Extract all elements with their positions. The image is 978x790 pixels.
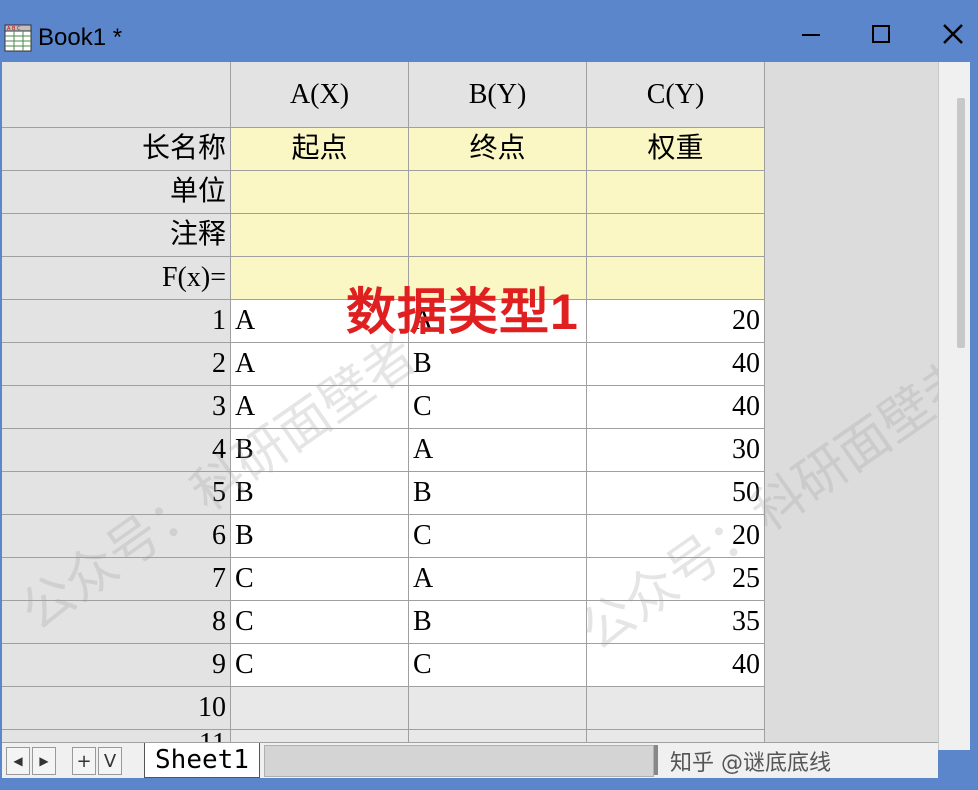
table-cell[interactable]: B	[409, 472, 587, 515]
table-cell[interactable]	[409, 730, 587, 742]
table-cell[interactable]: A	[231, 343, 409, 386]
table-cell[interactable]: C	[231, 558, 409, 601]
close-icon	[943, 24, 963, 44]
table-cell[interactable]	[231, 730, 409, 742]
table-cell[interactable]: 30	[587, 429, 765, 472]
meta-label-units[interactable]: 单位	[2, 171, 231, 214]
minimize-icon	[802, 34, 820, 36]
table-cell[interactable]: A	[231, 386, 409, 429]
row-header[interactable]: 2	[2, 343, 231, 386]
row-header[interactable]: 8	[2, 601, 231, 644]
table-cell[interactable]: 40	[587, 343, 765, 386]
first-sheet-button[interactable]: ◀	[6, 747, 30, 775]
sheet-tab-bar: ◀ ▶ + V Sheet1 知乎 @谜底底线	[2, 742, 938, 779]
table-cell[interactable]: C	[231, 644, 409, 687]
table-cell[interactable]: B	[231, 472, 409, 515]
meta-cell[interactable]	[409, 171, 587, 214]
table-cell[interactable]: 35	[587, 601, 765, 644]
overlay-annotation: 数据类型1	[346, 284, 579, 340]
row-header[interactable]: 4	[2, 429, 231, 472]
table-cell[interactable]: B	[231, 429, 409, 472]
row-header[interactable]: 6	[2, 515, 231, 558]
meta-label-longname[interactable]: 长名称	[2, 128, 231, 171]
table-cell[interactable]: B	[231, 515, 409, 558]
grid-empty-area	[765, 62, 938, 742]
table-cell[interactable]	[231, 687, 409, 730]
minimize-button[interactable]	[786, 14, 836, 54]
maximize-icon	[872, 25, 890, 43]
table-cell[interactable]: C	[231, 601, 409, 644]
workbook-window: A B C Book1 * A(X) B(Y) C(Y) 长名称 起点 终点 权…	[0, 0, 978, 790]
table-cell[interactable]: 20	[587, 300, 765, 343]
add-sheet-button[interactable]: +	[72, 747, 96, 775]
table-cell[interactable]: A	[409, 429, 587, 472]
table-cell[interactable]: C	[409, 386, 587, 429]
column-header-c[interactable]: C(Y)	[587, 62, 765, 128]
row-header[interactable]: 7	[2, 558, 231, 601]
brand-watermark: 知乎 @谜底底线	[670, 751, 831, 776]
row-header[interactable]: 11	[2, 730, 231, 742]
table-cell[interactable]	[587, 730, 765, 742]
triangle-left-icon: ◀	[13, 754, 23, 768]
window-title: Book1 *	[38, 24, 123, 51]
column-header-a[interactable]: A(X)	[231, 62, 409, 128]
table-cell[interactable]: A	[409, 558, 587, 601]
vertical-scrollbar[interactable]	[938, 62, 971, 750]
scroll-splitter[interactable]	[654, 745, 658, 775]
row-header[interactable]: 9	[2, 644, 231, 687]
window-border	[0, 778, 978, 790]
sheet-list-button[interactable]: V	[98, 747, 122, 775]
meta-cell[interactable]	[231, 171, 409, 214]
row-header[interactable]: 1	[2, 300, 231, 343]
row-header[interactable]: 10	[2, 687, 231, 730]
close-button[interactable]	[928, 14, 978, 54]
meta-cell[interactable]: 权重	[587, 128, 765, 171]
meta-cell[interactable]	[231, 214, 409, 257]
meta-cell[interactable]	[587, 214, 765, 257]
row-header[interactable]: 3	[2, 386, 231, 429]
worksheet-grid[interactable]: A(X) B(Y) C(Y) 长名称 起点 终点 权重 单位 注释 F(x)= …	[2, 62, 938, 742]
corner-cell[interactable]	[2, 62, 231, 128]
table-cell[interactable]: 20	[587, 515, 765, 558]
meta-label-comments[interactable]: 注释	[2, 214, 231, 257]
title-bar[interactable]: A B C Book1 *	[0, 0, 978, 62]
table-cell[interactable]: C	[409, 644, 587, 687]
triangle-right-icon: ▶	[39, 754, 49, 768]
window-border	[970, 62, 978, 790]
table-cell[interactable]	[409, 687, 587, 730]
meta-cell[interactable]	[409, 214, 587, 257]
row-header[interactable]: 5	[2, 472, 231, 515]
worksheet-icon: A B C	[4, 24, 32, 52]
table-cell[interactable]: B	[409, 343, 587, 386]
plus-icon: +	[76, 750, 92, 772]
column-header-b[interactable]: B(Y)	[409, 62, 587, 128]
table-cell[interactable]: 40	[587, 386, 765, 429]
scroll-thumb[interactable]	[957, 98, 965, 348]
chevron-down-icon: V	[103, 750, 117, 772]
table-cell[interactable]: 25	[587, 558, 765, 601]
table-cell[interactable]	[587, 687, 765, 730]
table-cell[interactable]: 50	[587, 472, 765, 515]
horizontal-scrollbar[interactable]	[264, 745, 654, 777]
table-cell[interactable]: C	[409, 515, 587, 558]
tab-sheet1[interactable]: Sheet1	[144, 743, 260, 778]
meta-cell[interactable]: 起点	[231, 128, 409, 171]
next-sheet-button[interactable]: ▶	[32, 747, 56, 775]
meta-label-formula[interactable]: F(x)=	[2, 257, 231, 300]
maximize-button[interactable]	[856, 14, 906, 54]
meta-cell[interactable]	[587, 171, 765, 214]
table-cell[interactable]: B	[409, 601, 587, 644]
table-cell[interactable]: 40	[587, 644, 765, 687]
meta-cell[interactable]: 终点	[409, 128, 587, 171]
meta-cell[interactable]	[587, 257, 765, 300]
